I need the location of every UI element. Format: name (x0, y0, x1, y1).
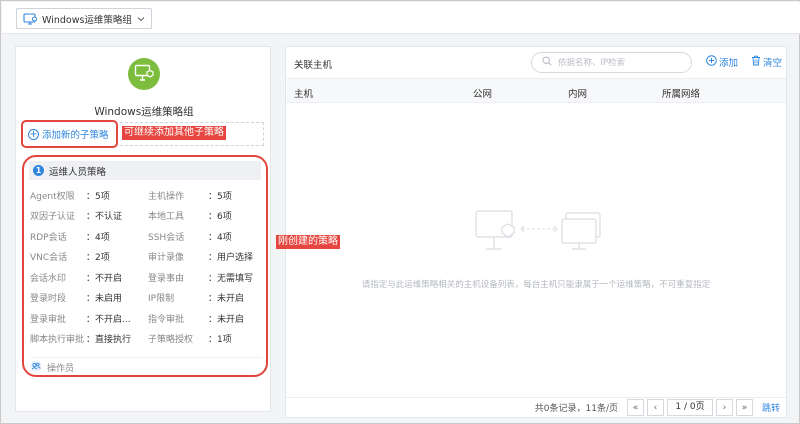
setting-key: 指令审批 (148, 314, 185, 325)
policy-title: 运维人员策略 (49, 166, 107, 178)
add-host-button[interactable]: 添加 (706, 55, 738, 69)
policy-setting-row: 双因子认证 ：不认证 本地工具 ：6项 (30, 206, 266, 227)
setting-key: SSH会话 (148, 232, 185, 243)
setting-key: 登录时段 (30, 294, 67, 305)
annotation-new-policy: 刚创建的策略 (276, 235, 340, 249)
app-frame: Windows运维策略组 Windows运维策略组 + 添加新的子策略 可继续添… (0, 0, 800, 424)
add-host-label: 添加 (719, 58, 739, 69)
empty-hosts-illustration (474, 209, 604, 256)
monitor-icon (23, 12, 37, 25)
host-search-box[interactable] (531, 52, 692, 73)
policy-index-badge: 1 (33, 165, 44, 176)
policy-group-avatar (128, 58, 160, 90)
operators-icon (30, 360, 42, 375)
policy-group-panel: Windows运维策略组 + 添加新的子策略 可继续添加其他子策略 1 运维人员… (15, 46, 271, 412)
setting-key: 登录审批 (30, 314, 67, 325)
policy-setting-row: RDP会话 ：4项 SSH会话 ：4项 (30, 226, 266, 247)
clear-hosts-label: 清空 (763, 58, 783, 69)
setting-key: Agent权限 (30, 191, 75, 202)
add-sub-policy-button[interactable]: + 添加新的子策略 (21, 120, 118, 148)
setting-value: ：未开启 (208, 314, 245, 325)
search-icon (542, 56, 552, 69)
jump-page-link[interactable]: 跳转 (762, 401, 780, 414)
chevron-down-icon (137, 16, 145, 22)
policy-card-header: 1 运维人员策略 (29, 161, 261, 180)
prev-page-button[interactable]: ‹ (646, 399, 664, 416)
setting-value: ：不开启 (86, 273, 123, 284)
plus-circle-icon (706, 55, 717, 69)
setting-key: 本地工具 (148, 212, 185, 223)
setting-key: 主机操作 (148, 191, 185, 202)
policy-group-selector[interactable]: Windows运维策略组 (16, 8, 152, 29)
policy-setting-row: VNC会话 ：2项 审计录像 ：用户选择 (30, 247, 266, 268)
setting-key: RDP会话 (30, 232, 67, 243)
column-header-public-ip[interactable]: 公网 (473, 86, 492, 100)
policy-settings-grid: Agent权限 ：5项 主机操作 ：5项 双因子认证 ：不认证 本地工具 ：6项 RDP… (30, 185, 266, 349)
setting-value: ：6项 (208, 212, 232, 223)
setting-key: IP限制 (148, 294, 175, 305)
monitor-shield-icon (134, 64, 154, 85)
setting-value: ：无需填写 (208, 273, 254, 284)
next-page-button[interactable]: › (715, 399, 733, 416)
setting-value: ：5项 (208, 191, 232, 202)
top-bar: Windows运维策略组 (2, 2, 800, 34)
setting-key: 会话水印 (30, 273, 67, 284)
policy-setting-row: 登录时段 ：未启用 IP限制 ：未开启 (30, 288, 266, 309)
page-number-input[interactable]: 1 / 0页 (666, 399, 713, 416)
trash-icon (751, 55, 761, 69)
clear-hosts-button[interactable]: 清空 (751, 55, 782, 69)
annotation-add-more: 可继续添加其他子策略 (122, 126, 226, 140)
setting-key: 审计录像 (148, 253, 185, 264)
setting-value: ：未启用 (86, 294, 123, 305)
host-search-input[interactable] (558, 57, 678, 68)
setting-value: ：4项 (86, 232, 110, 243)
hosts-table-header: 主机 公网 内网 所属网络 (287, 78, 786, 103)
setting-key: 登录事由 (148, 273, 185, 284)
operator-label: 操作员 (47, 364, 75, 374)
setting-value: ：未开启 (208, 294, 245, 305)
policy-card[interactable]: 1 运维人员策略 Agent权限 ：5项 主机操作 ：5项 双因子认证 ：不认证 本地… (22, 155, 268, 377)
operator-section[interactable]: 操作员 (30, 357, 262, 375)
associated-hosts-panel: 关联主机 添加 (285, 46, 787, 418)
setting-value: ：2项 (86, 253, 110, 264)
policy-setting-row: 脚本执行审批 ：直接执行 子策略授权 ：1项 (30, 329, 266, 350)
first-page-button[interactable]: « (626, 399, 644, 416)
associated-hosts-title: 关联主机 (294, 60, 333, 71)
last-page-button[interactable]: » (735, 399, 753, 416)
setting-value: ：直接执行 (86, 335, 132, 346)
setting-value: ：不开启... (86, 314, 131, 325)
policy-setting-row: Agent权限 ：5项 主机操作 ：5项 (30, 185, 266, 206)
setting-key: 子策略授权 (148, 335, 194, 346)
setting-key: VNC会话 (30, 253, 68, 264)
setting-key: 脚本执行审批 (30, 335, 85, 346)
policy-setting-row: 会话水印 ：不开启 登录事由 ：无需填写 (30, 267, 266, 288)
column-header-private-ip[interactable]: 内网 (568, 86, 587, 100)
policy-group-selector-label: Windows运维策略组 (42, 14, 132, 26)
policy-setting-row: 登录审批 ：不开启... 指令审批 ：未开启 (30, 308, 266, 329)
pagination-total: 共0条记录，11条/页 (534, 404, 618, 414)
setting-value: ：5项 (86, 191, 110, 202)
setting-value: ：不认证 (86, 212, 123, 223)
column-header-host[interactable]: 主机 (294, 86, 313, 100)
column-header-network[interactable]: 所属网络 (662, 86, 700, 100)
setting-value: ：1项 (208, 335, 232, 346)
plus-circle-icon: + (28, 128, 39, 140)
empty-hosts-message: 请指定与此运维策略相关的主机设备列表，每台主机只能隶属于一个运维策略，不可重复指… (361, 280, 711, 290)
setting-key: 双因子认证 (30, 212, 76, 223)
pagination: 共0条记录，11条/页 « ‹ 1 / 0页 › » 跳转 (286, 397, 786, 417)
add-sub-policy-label: 添加新的子策略 (42, 130, 109, 141)
setting-value: ：用户选择 (208, 253, 254, 264)
setting-value: ：4项 (208, 232, 232, 243)
policy-group-name: Windows运维策略组 (94, 106, 194, 118)
